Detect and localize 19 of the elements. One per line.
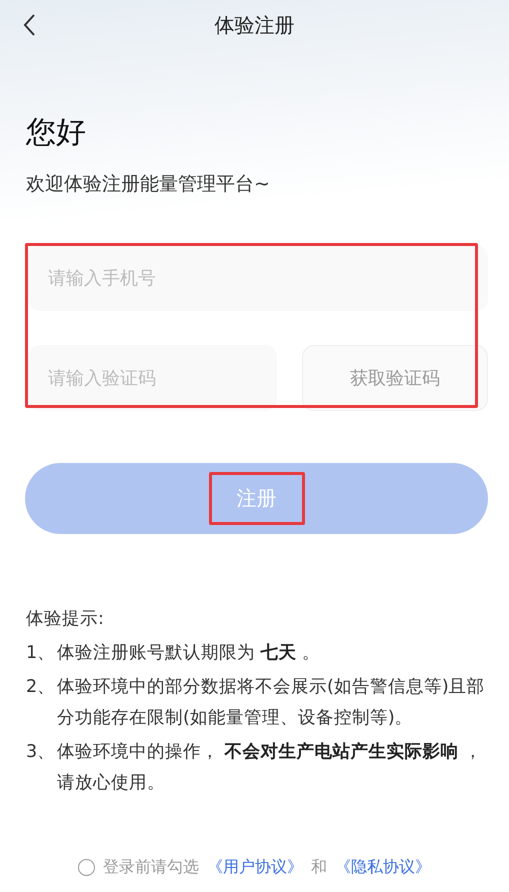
get-code-button[interactable]: 获取验证码 (302, 345, 488, 411)
tip-text: 体验环境中的操作， 不会对生产电站产生实际影响 ，请放心使用。 (57, 740, 484, 795)
code-input-field[interactable]: 请输入验证码 (28, 345, 277, 411)
conjunction-text: 和 (311, 857, 327, 878)
back-icon[interactable] (22, 13, 36, 37)
tips-title: 体验提示: (26, 608, 105, 631)
agree-checkbox[interactable] (78, 859, 95, 876)
agreement-text: 登录前请勾选 (103, 857, 199, 878)
tip-number: 3、 (26, 741, 56, 764)
tip-number: 1、 (26, 642, 56, 665)
phone-input-field[interactable]: 请输入手机号 (28, 245, 488, 311)
tip-text: 体验环境中的部分数据将不会展示(如告警信息等)且部分功能存在限制(如能量管理、设备控制等)。 (57, 676, 486, 730)
page-title: 体验注册 (214, 12, 294, 38)
privacy-agreement-link[interactable]: 《隐私协议》 (335, 857, 431, 878)
tip-number: 2、 (26, 676, 56, 699)
tip-text: 体验注册账号默认期限为 七天 。 (57, 642, 322, 665)
welcome-text: 欢迎体验注册能量管理平台~ (26, 172, 270, 197)
greeting-title: 您好 (26, 114, 86, 152)
user-agreement-link[interactable]: 《用户协议》 (207, 857, 303, 878)
